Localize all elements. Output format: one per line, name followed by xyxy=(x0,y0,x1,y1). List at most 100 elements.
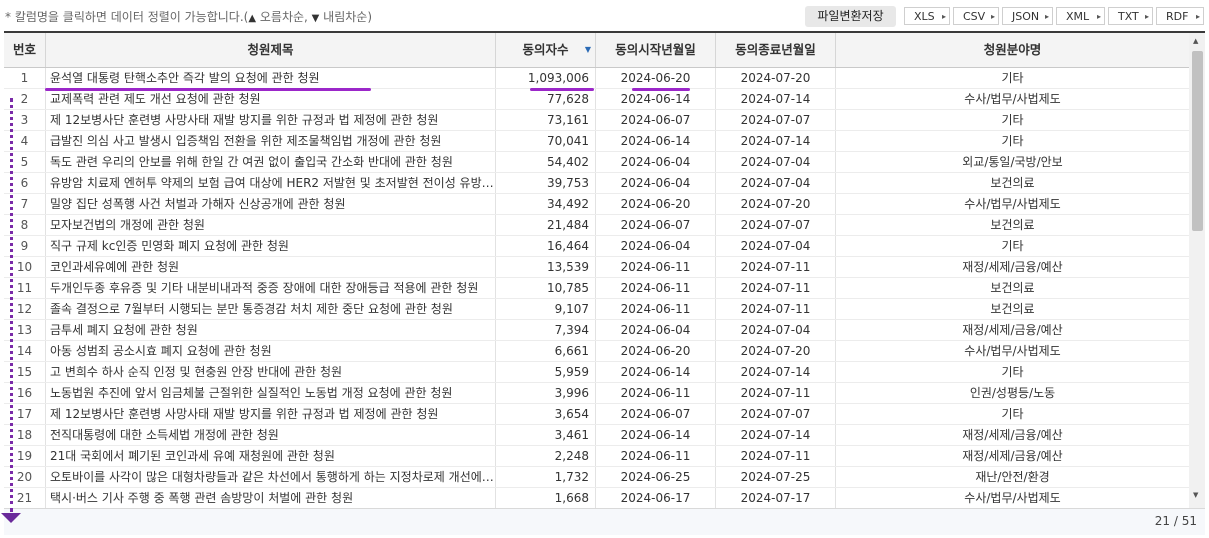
cell-title[interactable]: 오토바이를 사각이 많은 대형차량들과 같은 차선에서 통행하게 하는 지정차로… xyxy=(46,467,496,487)
cell-title[interactable]: 고 변희수 하사 순직 인정 및 현충원 안장 반대에 관한 청원 xyxy=(46,362,496,382)
vertical-scrollbar[interactable]: ▲ ▼ xyxy=(1189,33,1205,509)
cell-title[interactable]: 두개인두종 후유증 및 기타 내분비내과적 중증 장애에 대한 장애등급 적용에… xyxy=(46,278,496,298)
export-json-label: JSON xyxy=(1012,10,1040,23)
cell-start: 2024-06-14 xyxy=(596,131,716,151)
export-rdf-button[interactable]: RDF ▸ xyxy=(1156,7,1204,25)
cell-start: 2024-06-11 xyxy=(596,299,716,319)
table-row[interactable]: 1 윤석열 대통령 탄핵소추안 즉각 발의 요청에 관한 청원 1,093,006 2… xyxy=(4,68,1189,89)
cell-end: 2024-07-11 xyxy=(716,257,836,277)
cell-start: 2024-06-11 xyxy=(596,278,716,298)
table-row[interactable]: 13 금투세 폐지 요청에 관한 청원 7,394 2024-06-04 2024-07… xyxy=(4,320,1189,341)
cell-title[interactable]: 모자보건법의 개정에 관한 청원 xyxy=(46,215,496,235)
export-xml-button[interactable]: XML ▸ xyxy=(1056,7,1105,25)
cell-start: 2024-06-25 xyxy=(596,467,716,487)
cell-count: 21,484 xyxy=(496,215,596,235)
cell-category: 외교/통일/국방/안보 xyxy=(962,155,1063,169)
table-row[interactable]: 17 제 12보병사단 훈련병 사망사태 재발 방지를 위한 규정과 법 제정에 … xyxy=(4,404,1189,425)
cell-title[interactable]: 아동 성범죄 공소시효 폐지 요청에 관한 청원 xyxy=(46,341,496,361)
cell-title[interactable]: 택시·버스 기사 주행 중 폭행 관련 솜방망이 처벌에 관한 청원 xyxy=(46,488,496,508)
cell-count: 9,107 xyxy=(496,299,596,319)
table-row[interactable]: 7 밀양 집단 성폭행 사건 처벌과 가해자 신상공개에 관한 청원 34,492 2… xyxy=(4,194,1189,215)
column-header-count[interactable]: 동의자수 ▼ xyxy=(496,33,596,67)
cell-start: 2024-06-11 xyxy=(596,383,716,403)
table-row[interactable]: 9 직구 규제 kc인증 민영화 폐지 요청에 관한 청원 16,464 2024-0… xyxy=(4,236,1189,257)
petition-grid: 번호 청원제목 동의자수 ▼ 동의시작년월일 동의종료년월일 청원분야명 1 윤석… xyxy=(4,31,1205,509)
table-row[interactable]: 3제 12보병사단 훈련병 사망사태 재발 방지를 위한 규정과 법 제정에 관… xyxy=(4,110,1189,131)
cell-count: 3,654 xyxy=(496,404,596,424)
cell-category: 보건의료 xyxy=(990,281,1035,295)
cell-count: 3,996 xyxy=(496,383,596,403)
column-header-end[interactable]: 동의종료년월일 xyxy=(716,33,836,67)
export-txt-button[interactable]: TXT ▸ xyxy=(1108,7,1153,25)
cell-end: 2024-07-07 xyxy=(716,404,836,424)
cell-title[interactable]: 독도 관련 우리의 안보를 위해 한일 간 여권 없이 출입국 간소화 반대에 … xyxy=(46,152,496,172)
sort-hint-prefix: * 칼럼명을 클릭하면 데이터 정렬이 가능합니다.( xyxy=(5,10,249,24)
cell-title[interactable]: 21대 국회에서 폐기된 코인과세 유예 재청원에 관한 청원 xyxy=(46,446,496,466)
cell-title[interactable]: 직구 규제 kc인증 민영화 폐지 요청에 관한 청원 xyxy=(46,236,496,256)
export-csv-label: CSV xyxy=(963,10,986,23)
table-row[interactable]: 16 노동법원 추진에 앞서 임금체불 근절위한 실질적인 노동법 개정 요청에 … xyxy=(4,383,1189,404)
table-row[interactable]: 15 고 변희수 하사 순직 인정 및 현충원 안장 반대에 관한 청원 5,959… xyxy=(4,362,1189,383)
table-row[interactable]: 6 유방암 치료제 엔허투 약제의 보험 급여 대상에 HER2 저발현 및 초저… xyxy=(4,173,1189,194)
file-convert-save-button[interactable]: 파일변환저장 xyxy=(805,6,896,27)
cell-count: 39,753 xyxy=(496,173,596,193)
table-row[interactable]: 14 아동 성범죄 공소시효 폐지 요청에 관한 청원 6,661 2024-06-2… xyxy=(4,341,1189,362)
cell-end: 2024-07-20 xyxy=(716,341,836,361)
cell-end: 2024-07-11 xyxy=(716,299,836,319)
sort-hint-asc: 오름차순, xyxy=(256,10,312,24)
cell-title[interactable]: 제 12보병사단 훈련병 사망사태 재발 방지를 위한 규정과 법 제정에 관한… xyxy=(46,110,496,130)
cell-title[interactable]: 윤석열 대통령 탄핵소추안 즉각 발의 요청에 관한 청원 xyxy=(46,68,496,88)
cell-category: 재정/세제/금융/예산 xyxy=(962,260,1063,274)
scroll-thumb[interactable] xyxy=(1192,51,1203,231)
table-row[interactable]: 5 독도 관련 우리의 안보를 위해 한일 간 여권 없이 출입국 간소화 반대에… xyxy=(4,152,1189,173)
cell-title[interactable]: 밀양 집단 성폭행 사건 처벌과 가해자 신상공개에 관한 청원 xyxy=(46,194,496,214)
scroll-down-icon[interactable]: ▼ xyxy=(1193,491,1198,499)
table-row[interactable]: 20 오토바이를 사각이 많은 대형차량들과 같은 차선에서 통행하게 하는 지정… xyxy=(4,467,1189,488)
toolbar: * 칼럼명을 클릭하면 데이터 정렬이 가능합니다.(▲ 오름차순, ▼ 내림차… xyxy=(0,0,1209,32)
cell-end: 2024-07-14 xyxy=(716,362,836,382)
column-header-no[interactable]: 번호 xyxy=(4,33,46,67)
cell-title[interactable]: 전직대통령에 대한 소득세법 개정에 관한 청원 xyxy=(46,425,496,445)
cell-end: 2024-07-11 xyxy=(716,383,836,403)
column-header-title[interactable]: 청원제목 xyxy=(46,33,496,67)
cell-category: 보건의료 xyxy=(990,218,1035,232)
cell-title[interactable]: 노동법원 추진에 앞서 임금체불 근절위한 실질적인 노동법 개정 요청에 관한… xyxy=(46,383,496,403)
table-row[interactable]: 18 전직대통령에 대한 소득세법 개정에 관한 청원 3,461 2024-06-1… xyxy=(4,425,1189,446)
export-json-button[interactable]: JSON ▸ xyxy=(1002,7,1053,25)
cell-title[interactable]: 제 12보병사단 훈련병 사망사태 재발 방지를 위한 규정과 법 제정에 관한… xyxy=(46,404,496,424)
table-row[interactable]: 8 모자보건법의 개정에 관한 청원 21,484 2024-06-07 2024-07… xyxy=(4,215,1189,236)
cell-category: 수사/법무/사법제도 xyxy=(964,197,1061,211)
table-row[interactable]: 11 두개인두종 후유증 및 기타 내분비내과적 중증 장애에 대한 장애등급 적… xyxy=(4,278,1189,299)
column-header-category[interactable]: 청원분야명 xyxy=(836,33,1189,67)
cell-end: 2024-07-14 xyxy=(716,89,836,109)
cell-title[interactable]: 코인과세유예에 관한 청원 xyxy=(46,257,496,277)
table-row[interactable]: 2 교제폭력 관련 제도 개선 요청에 관한 청원 77,628 2024-06-14… xyxy=(4,89,1189,110)
cell-end: 2024-07-04 xyxy=(716,236,836,256)
scroll-up-icon[interactable]: ▲ xyxy=(1193,37,1198,45)
cell-title[interactable]: 급발진 의심 사고 발생시 입증책임 전환을 위한 제조물책임법 개정에 관한 … xyxy=(46,131,496,151)
count-highlight-underline xyxy=(530,88,594,91)
table-row[interactable]: 21 택시·버스 기사 주행 중 폭행 관련 솜방망이 처벌에 관한 청원 1,66… xyxy=(4,488,1189,508)
cell-count: 54,402 xyxy=(496,152,596,172)
cell-title[interactable]: 금투세 폐지 요청에 관한 청원 xyxy=(46,320,496,340)
cell-category: 기타 xyxy=(1001,239,1024,253)
column-header-start[interactable]: 동의시작년월일 xyxy=(596,33,716,67)
table-row[interactable]: 19 21대 국회에서 폐기된 코인과세 유예 재청원에 관한 청원 2,248 20… xyxy=(4,446,1189,467)
record-count: 21 / 51 xyxy=(1154,514,1197,528)
export-xls-button[interactable]: XLS ▸ xyxy=(904,7,950,25)
export-xml-label: XML xyxy=(1066,10,1090,23)
cell-title[interactable]: 교제폭력 관련 제도 개선 요청에 관한 청원 xyxy=(46,89,496,109)
table-row[interactable]: 12 졸속 결정으로 7월부터 시행되는 분만 통증경감 처치 제한 중단 요청에… xyxy=(4,299,1189,320)
cell-category: 보건의료 xyxy=(990,176,1035,190)
cell-title[interactable]: 졸속 결정으로 7월부터 시행되는 분만 통증경감 처치 제한 중단 요청에 관… xyxy=(46,299,496,319)
title-highlight-underline xyxy=(45,88,371,91)
cell-category: 재정/세제/금융/예산 xyxy=(962,449,1063,463)
export-csv-button[interactable]: CSV ▸ xyxy=(953,7,999,25)
caret-right-icon: ▸ xyxy=(990,12,995,21)
cell-title[interactable]: 유방암 치료제 엔허투 약제의 보험 급여 대상에 HER2 저발현 및 초저발… xyxy=(46,173,496,193)
table-row[interactable]: 10 코인과세유예에 관한 청원 13,539 2024-06-11 2024-07-1… xyxy=(4,257,1189,278)
triangle-up-icon: ▲ xyxy=(248,13,257,24)
table-row[interactable]: 4 급발진 의심 사고 발생시 입증책임 전환을 위한 제조물책임법 개정에 관한… xyxy=(4,131,1189,152)
cell-count: 34,492 xyxy=(496,194,596,214)
caret-right-icon: ▸ xyxy=(941,12,946,21)
